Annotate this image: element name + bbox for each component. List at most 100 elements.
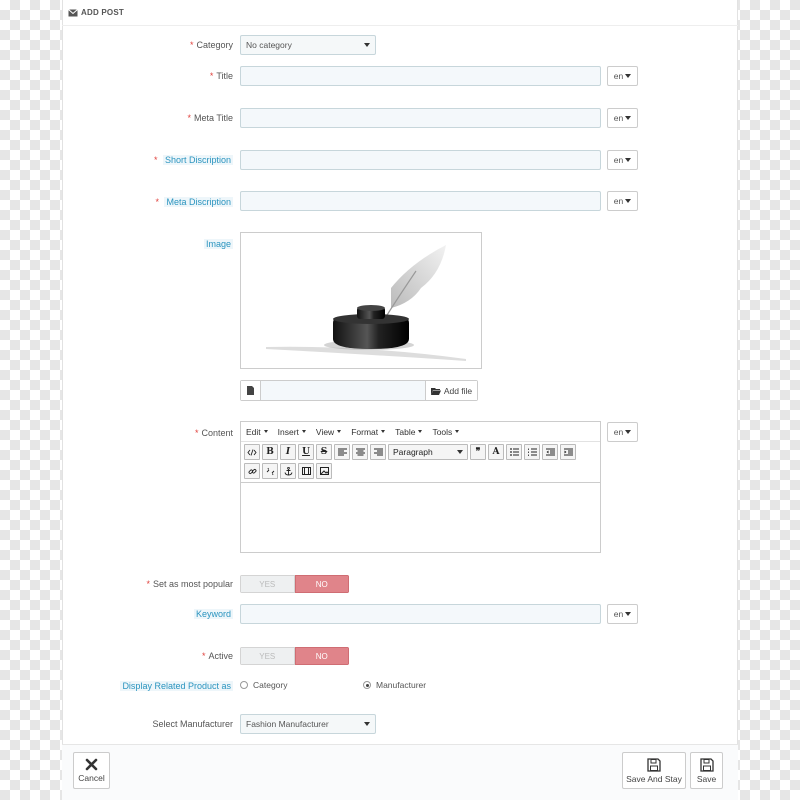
content-lang-button[interactable]: en — [607, 422, 638, 442]
most-popular-no[interactable]: NO — [294, 575, 349, 593]
title-input[interactable] — [240, 66, 601, 86]
meta-description-lang-button[interactable]: en — [607, 191, 638, 211]
file-icon — [241, 381, 261, 400]
active-toggle: YES NO — [240, 647, 349, 665]
code-icon — [247, 448, 257, 456]
add-file-label: Add file — [443, 385, 473, 396]
caret-down-icon — [301, 430, 306, 433]
meta-description-label: * Meta Discription — [155, 197, 233, 207]
related-radio-manufacturer-label: Manufacturer — [376, 680, 427, 690]
align-left-icon — [337, 448, 347, 456]
content-edit-area[interactable] — [241, 482, 600, 552]
meta-title-lang-button[interactable]: en — [607, 108, 638, 128]
menu-format[interactable]: Format — [351, 427, 386, 437]
film-icon — [301, 467, 311, 475]
floppy-disk-icon — [647, 757, 661, 772]
image-label: Image — [203, 239, 233, 249]
related-radio-manufacturer[interactable]: Manufacturer — [363, 680, 426, 690]
bold-button[interactable]: B — [262, 444, 278, 460]
caret-down-icon — [457, 450, 463, 454]
panel-title: ADD POST — [81, 8, 124, 17]
align-center-button[interactable] — [352, 444, 368, 460]
content-label: * Content — [194, 428, 233, 438]
align-right-button[interactable] — [370, 444, 386, 460]
keyword-lang-button[interactable]: en — [607, 604, 638, 624]
active-no[interactable]: NO — [294, 647, 349, 665]
meta-title-input[interactable] — [240, 108, 601, 128]
cancel-button[interactable]: Cancel — [73, 752, 110, 789]
file-name-field[interactable] — [261, 381, 425, 400]
caret-down-icon — [455, 430, 460, 433]
italic-button[interactable]: I — [280, 444, 296, 460]
source-code-button[interactable] — [244, 444, 260, 460]
caret-down-icon — [625, 430, 632, 434]
most-popular-toggle: YES NO — [240, 575, 349, 593]
remove-link-button[interactable] — [262, 463, 278, 479]
caret-down-icon — [625, 74, 632, 78]
underline-icon: U — [302, 447, 310, 457]
folder-open-icon — [430, 387, 441, 395]
save-and-stay-button[interactable]: Save And Stay — [622, 752, 686, 789]
insert-link-button[interactable] — [244, 463, 260, 479]
file-upload-bar[interactable]: Add file — [240, 380, 478, 401]
keyword-label: Keyword — [193, 609, 233, 619]
menu-view[interactable]: View — [316, 427, 342, 437]
manufacturer-select[interactable]: Fashion Manufacturer — [240, 714, 376, 734]
related-radio-category-label: Category — [253, 680, 288, 690]
bullet-list-button[interactable] — [506, 444, 522, 460]
inkwell-quill-image — [266, 245, 466, 361]
insert-video-button[interactable] — [298, 463, 314, 479]
caret-down-icon — [625, 158, 632, 162]
add-file-button[interactable]: Add file — [425, 381, 477, 400]
meta-title-label: * Meta Title — [187, 113, 233, 123]
related-radio-category[interactable]: Category — [240, 680, 288, 690]
outdent-icon — [545, 448, 555, 456]
title-lang-button[interactable]: en — [607, 66, 638, 86]
caret-down-icon — [625, 612, 632, 616]
paragraph-format-select[interactable]: Paragraph — [388, 444, 468, 460]
close-icon — [85, 758, 98, 771]
align-right-icon — [373, 448, 383, 456]
active-label: * Active — [201, 651, 233, 661]
short-description-input[interactable] — [240, 150, 601, 170]
caret-down-icon — [364, 722, 370, 726]
manufacturer-select-value: Fashion Manufacturer — [246, 719, 329, 729]
outdent-button[interactable] — [542, 444, 558, 460]
caret-down-icon — [625, 199, 632, 203]
anchor-icon — [284, 466, 292, 475]
strikethrough-icon: S — [320, 447, 328, 457]
save-button[interactable]: Save — [690, 752, 723, 789]
menu-insert[interactable]: Insert — [278, 427, 306, 437]
font-color-button[interactable]: A — [488, 444, 504, 460]
editor-toolbar-row-2 — [241, 460, 600, 479]
meta-description-input[interactable] — [240, 191, 601, 211]
strikethrough-button[interactable]: S — [316, 444, 332, 460]
insert-image-button[interactable] — [316, 463, 332, 479]
panel-header: ADD POST — [62, 0, 738, 26]
italic-icon: I — [285, 447, 291, 457]
short-description-lang-button[interactable]: en — [607, 150, 638, 170]
caret-down-icon — [263, 430, 268, 433]
blockquote-button[interactable]: ❞ — [470, 444, 486, 460]
align-left-button[interactable] — [334, 444, 350, 460]
menu-table[interactable]: Table — [395, 427, 423, 437]
caret-down-icon — [364, 43, 370, 47]
keyword-input[interactable] — [240, 604, 601, 624]
link-icon — [248, 468, 256, 474]
paragraph-format-value: Paragraph — [393, 447, 433, 457]
menu-tools[interactable]: Tools — [432, 427, 460, 437]
caret-down-icon — [337, 430, 342, 433]
most-popular-label: * Set as most popular — [146, 579, 233, 589]
most-popular-yes[interactable]: YES — [240, 575, 295, 593]
category-label: * Category — [189, 40, 233, 50]
category-select[interactable]: No category — [240, 35, 376, 55]
quote-icon: ❞ — [475, 447, 481, 457]
menu-edit[interactable]: Edit — [246, 427, 268, 437]
anchor-button[interactable] — [280, 463, 296, 479]
radio-button-icon — [240, 681, 248, 689]
active-yes[interactable]: YES — [240, 647, 295, 665]
underline-button[interactable]: U — [298, 444, 314, 460]
indent-button[interactable] — [560, 444, 576, 460]
numbered-list-button[interactable] — [524, 444, 540, 460]
manufacturer-label: Select Manufacturer — [152, 719, 233, 729]
